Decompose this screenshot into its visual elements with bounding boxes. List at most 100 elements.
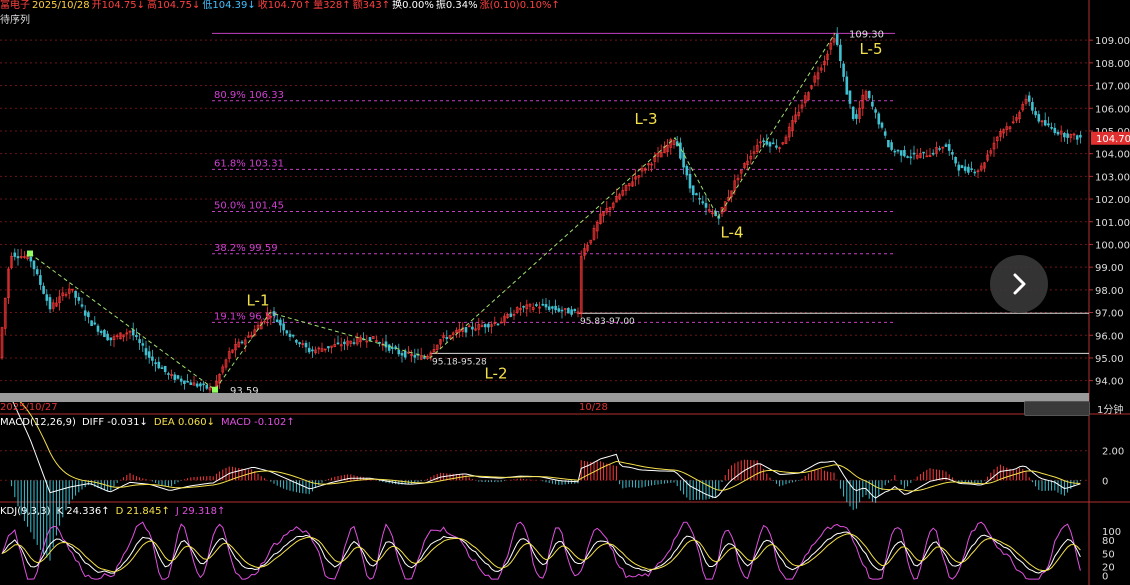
candle-body bbox=[186, 380, 189, 383]
candle-body bbox=[99, 331, 103, 333]
candle-body bbox=[96, 325, 100, 332]
candle-body bbox=[77, 297, 81, 301]
next-arrow-button[interactable] bbox=[990, 255, 1048, 313]
candle-body bbox=[291, 334, 295, 337]
wave-label-L-3: L-3 bbox=[634, 110, 657, 128]
wave-label-L-5: L-5 bbox=[859, 40, 882, 58]
price-tick-label: 104.00 bbox=[1095, 150, 1130, 161]
candle-body bbox=[496, 323, 500, 326]
candle-body bbox=[285, 330, 289, 334]
candle-body bbox=[931, 152, 935, 155]
header-item-9: 振0.34% bbox=[435, 0, 478, 11]
candle-body bbox=[771, 142, 775, 145]
header-subtitle: 待序列 bbox=[0, 15, 30, 26]
candle-body bbox=[311, 349, 314, 352]
candle-body bbox=[695, 193, 698, 196]
price-header: 富电子 2025/10/28 开104.75↓ 高104.75↓ 低104.39↓ 收10… bbox=[0, 0, 562, 12]
candle-body bbox=[682, 152, 685, 168]
price-tick-label: 100.00 bbox=[1095, 240, 1130, 251]
candle-body bbox=[141, 343, 145, 346]
candle-body bbox=[413, 354, 417, 358]
candle-body bbox=[688, 173, 692, 189]
candle-body bbox=[1063, 132, 1066, 138]
candle-body bbox=[343, 341, 346, 345]
start-marker bbox=[27, 250, 33, 257]
candle-body bbox=[951, 152, 954, 155]
candle-body bbox=[13, 252, 17, 257]
candle-body bbox=[106, 333, 109, 341]
header-item-3: 高104.75↓ bbox=[147, 0, 201, 11]
candle-body bbox=[874, 109, 877, 113]
candle-body bbox=[487, 323, 490, 328]
candle-body bbox=[298, 342, 301, 345]
kdj-tick-label: 50 bbox=[1102, 549, 1115, 560]
candle-body bbox=[970, 168, 973, 170]
candle-body bbox=[944, 144, 948, 147]
candle-body bbox=[762, 140, 765, 143]
candle-body bbox=[295, 339, 298, 343]
price-tick-label: 98.00 bbox=[1095, 286, 1124, 297]
kdj-value-1: K 24.336↑ bbox=[56, 506, 110, 517]
candle-body bbox=[775, 145, 778, 148]
candle-body bbox=[903, 149, 906, 157]
header-item-1: 2025/10/28 bbox=[32, 0, 90, 11]
support-label: 95.18-95.28 bbox=[432, 357, 487, 367]
header-item-10: 涨(0.10)0.10%↑ bbox=[479, 0, 560, 11]
period-selector[interactable]: 1分钟 bbox=[1097, 401, 1123, 416]
candle-body bbox=[160, 367, 164, 369]
header-item-7: 额343↑ bbox=[352, 0, 391, 11]
macd-value-1: DIFF -0.031↓ bbox=[81, 417, 148, 428]
candle-body bbox=[851, 106, 855, 120]
scrollbar-thumb[interactable] bbox=[1024, 401, 1090, 416]
candle-body bbox=[157, 361, 161, 369]
candle-body bbox=[1053, 127, 1057, 133]
candle-body bbox=[42, 285, 45, 294]
dea-line bbox=[2, 394, 1081, 492]
candle-body bbox=[202, 383, 205, 386]
wave-label-L-4: L-4 bbox=[720, 224, 743, 242]
candle-body bbox=[163, 365, 167, 372]
candle-body bbox=[16, 256, 20, 259]
chevron-right-icon bbox=[1013, 273, 1026, 295]
macd-header: MACD(12,26,9) DIFF -0.031↓ DEA 0.060↓ MACD … bbox=[0, 417, 301, 428]
candle-body bbox=[45, 294, 49, 301]
macd-tick-label: 0 bbox=[1102, 476, 1108, 487]
price-tick-label: 106.00 bbox=[1095, 104, 1130, 115]
fib-label: 50.0% 101.45 bbox=[214, 201, 284, 212]
candle-body bbox=[403, 350, 407, 358]
candle-body bbox=[135, 335, 138, 338]
candle-body bbox=[551, 306, 554, 309]
candle-body bbox=[279, 319, 282, 326]
price-tick-label: 94.00 bbox=[1095, 377, 1124, 388]
kdj-value-2: D 21.845↑ bbox=[115, 506, 170, 517]
price-tick-label: 101.00 bbox=[1095, 218, 1130, 229]
time-scrollbar[interactable] bbox=[0, 393, 1089, 402]
header-item-6: 量328↑ bbox=[313, 0, 351, 11]
candle-body bbox=[554, 305, 557, 311]
candle-body bbox=[32, 260, 36, 270]
candle-body bbox=[679, 142, 682, 159]
candle-body bbox=[685, 165, 689, 176]
candle-body bbox=[483, 324, 487, 328]
candle-body bbox=[855, 114, 858, 119]
low-marker bbox=[212, 386, 218, 393]
candle-body bbox=[573, 308, 577, 311]
candle-body bbox=[967, 166, 970, 173]
header-item-0: 富电子 bbox=[0, 0, 30, 11]
candle-body bbox=[960, 165, 964, 169]
k-line bbox=[1, 531, 1081, 574]
price-tick-label: 102.00 bbox=[1095, 195, 1130, 206]
candle-body bbox=[195, 383, 199, 387]
fib-label: 61.8% 103.31 bbox=[214, 158, 284, 169]
candle-body bbox=[151, 356, 154, 361]
candle-body bbox=[947, 144, 951, 151]
header-item-2: 开104.75↓ bbox=[91, 0, 146, 11]
candle-body bbox=[93, 322, 97, 325]
candle-body bbox=[845, 76, 849, 95]
candle-body bbox=[912, 152, 916, 155]
wave-zigzag bbox=[29, 33, 836, 391]
candle-body bbox=[138, 339, 141, 343]
price-tick-label: 97.00 bbox=[1095, 309, 1124, 320]
candles bbox=[0, 27, 1082, 398]
date-label-start: 2025/10/27 bbox=[0, 402, 58, 413]
